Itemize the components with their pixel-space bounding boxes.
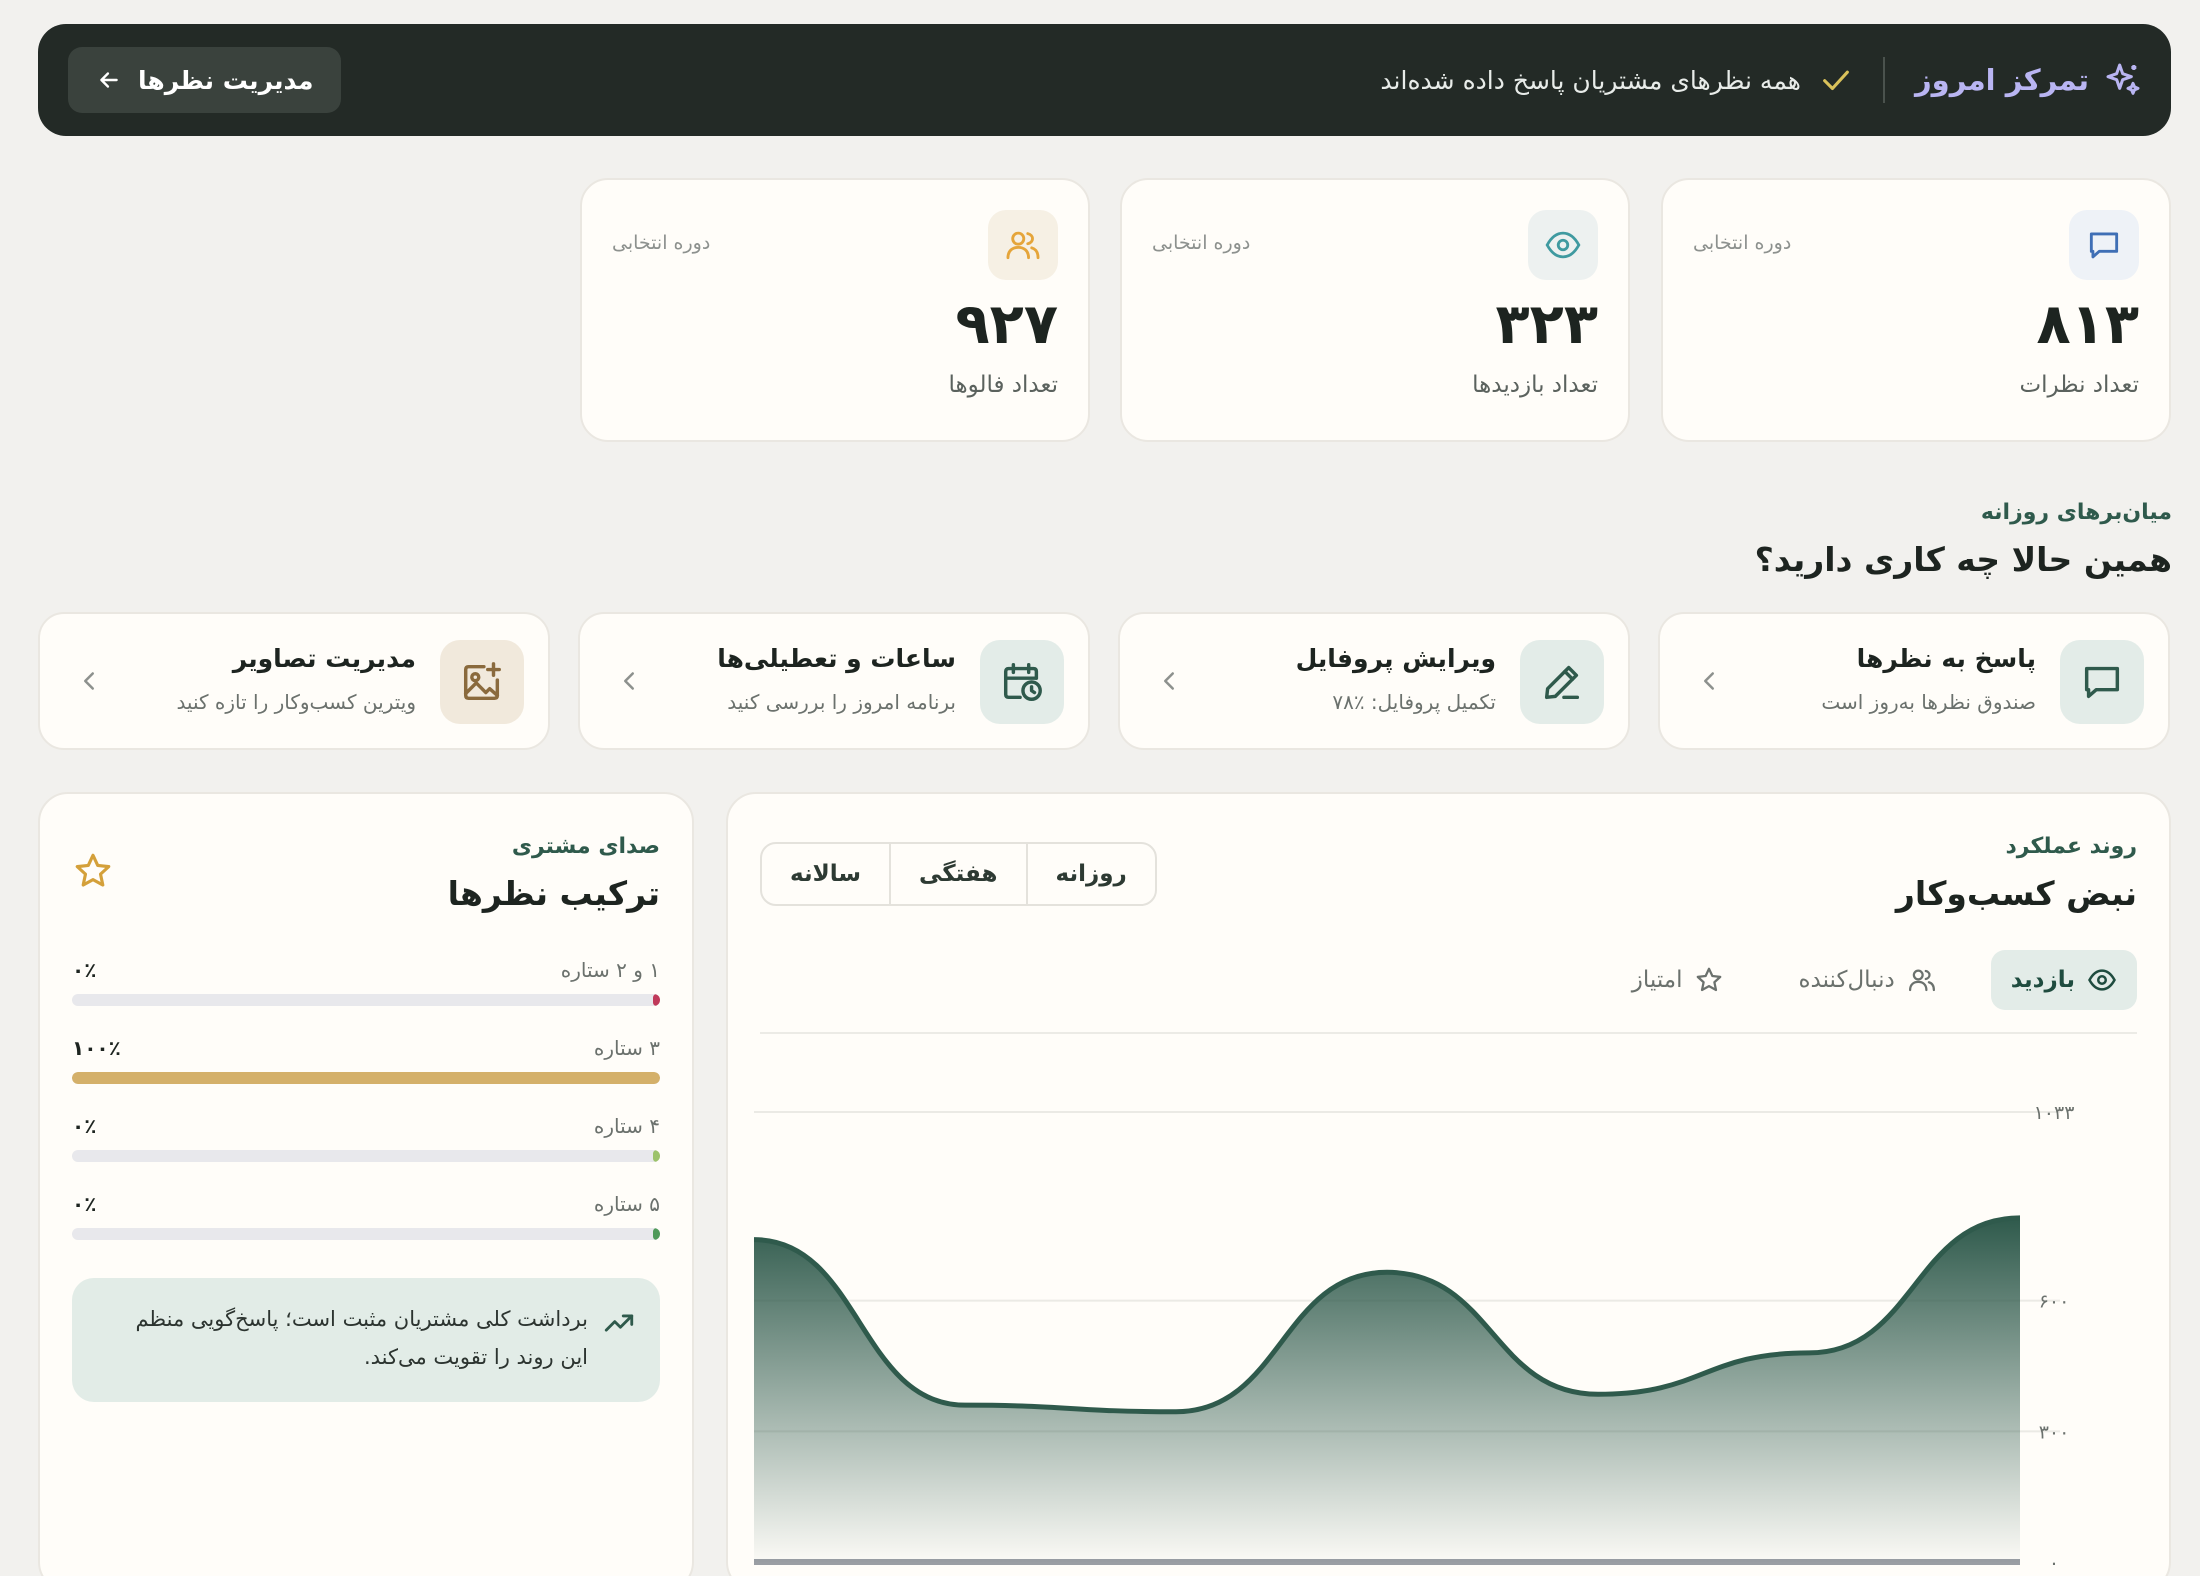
distribution-percent: ۱۰۰٪ — [72, 1036, 121, 1060]
chevron-left-icon — [84, 672, 94, 690]
y-tick-label: ۰ — [2049, 1552, 2059, 1574]
reviews-composition-card: صدای مشتری ترکیب نظرها ۱ و ۲ ستاره ۰٪ ۳ … — [38, 792, 694, 1576]
series-area — [754, 1217, 2020, 1562]
stat-icon-wrap — [1528, 210, 1598, 280]
message-icon — [2089, 232, 2119, 259]
distribution-fill — [652, 1150, 660, 1162]
chevron-left-icon — [1164, 672, 1174, 690]
stat-icon-wrap — [988, 210, 1058, 280]
insight-text: برداشت کلی مشتریان مثبت است؛ پاسخ‌گویی م… — [135, 1307, 588, 1369]
stat-label: تعداد بازدیدها — [1472, 372, 1598, 398]
performance-card: روند عملکرد نبض کسب‌وکار روزانه هفتگی سا… — [726, 792, 2171, 1576]
stat-period: دوره انتخابی — [1152, 232, 1251, 254]
distribution-row: ۴ ستاره ۰٪ — [72, 1114, 660, 1174]
users-icon — [1006, 231, 1040, 260]
manage-reviews-button[interactable]: مدیریت نظرها — [68, 47, 342, 113]
shortcut-desc: صندوق نظرها به‌روز است — [1821, 690, 2036, 714]
stat-label: تعداد نظرات — [2019, 372, 2139, 398]
shortcuts-title: همین حالا چه کاری دارید؟ — [1754, 540, 2172, 579]
message-icon — [2084, 666, 2120, 699]
y-tick-label: ۱۰۳۳ — [2034, 1102, 2075, 1124]
distribution-track — [72, 1150, 660, 1162]
distribution-fill — [652, 994, 660, 1006]
stat-period: دوره انتخابی — [612, 232, 711, 254]
shortcut-desc: برنامه امروز را بررسی کنید — [727, 690, 956, 714]
distribution-label: ۵ ستاره — [593, 1192, 660, 1216]
shortcut-icon-wrap — [1520, 640, 1604, 724]
distribution-track — [72, 1228, 660, 1240]
eye-icon — [1545, 231, 1581, 259]
distribution-percent: ۰٪ — [72, 1192, 97, 1216]
shortcut-name: ویرایش پروفایل — [1295, 644, 1496, 673]
distribution-row: ۱ و ۲ ستاره ۰٪ — [72, 958, 660, 1018]
performance-chart: ۰ ۳۰۰ ۶۰۰ ۱۰۳۳ — [753, 1102, 2075, 1574]
shortcut-icon-wrap — [980, 640, 1064, 724]
shortcut-images[interactable]: مدیریت تصاویر ویترین کسب‌وکار را تازه کن… — [38, 612, 550, 750]
stat-card-follows: دوره انتخابی ۹۲۷ تعداد فالوها — [580, 178, 1090, 442]
y-tick-label: ۳۰۰ — [2039, 1421, 2070, 1443]
dashboard-page: تمرکز امروز همه نظرهای مشتریان پاسخ داده… — [0, 0, 2200, 1576]
distribution-label: ۴ ستاره — [593, 1114, 660, 1138]
reviews-kicker: صدای مشتری — [511, 834, 660, 859]
stat-card-reviews: دوره انتخابی ۸۱۳ تعداد نظرات — [1661, 178, 2171, 442]
shortcut-name: ساعات و تعطیلی‌ها — [717, 644, 956, 673]
shortcuts-kicker: میان‌برهای روزانه — [1980, 500, 2172, 525]
chevron-left-icon — [1704, 672, 1714, 690]
shortcut-hours[interactable]: ساعات و تعطیلی‌ها برنامه امروز را بررسی … — [578, 612, 1090, 750]
distribution-track — [72, 994, 660, 1006]
focus-bar: تمرکز امروز همه نظرهای مشتریان پاسخ داده… — [38, 24, 2171, 136]
focus-title-text: تمرکز امروز — [1914, 63, 2089, 97]
stat-period: دوره انتخابی — [1693, 232, 1792, 254]
shortcut-reply-reviews[interactable]: پاسخ به نظرها صندوق نظرها به‌روز است — [1658, 612, 2170, 750]
shortcut-icon-wrap — [2060, 640, 2144, 724]
shortcut-icon-wrap — [440, 640, 524, 724]
calendar-clock-icon — [1003, 663, 1042, 701]
distribution-label: ۱ و ۲ ستاره — [560, 958, 660, 982]
pencil-icon — [1544, 665, 1580, 700]
stat-value: ۹۲۷ — [955, 292, 1058, 357]
distribution-label: ۳ ستاره — [593, 1036, 660, 1060]
y-tick-label: ۶۰۰ — [2039, 1291, 2070, 1313]
stat-value: ۸۱۳ — [2036, 292, 2139, 357]
shortcut-desc: ویترین کسب‌وکار را تازه کنید — [176, 690, 416, 714]
distribution-row: ۳ ستاره ۱۰۰٪ — [72, 1036, 660, 1096]
shortcut-name: پاسخ به نظرها — [1856, 644, 2036, 673]
shortcut-desc: تکمیل پروفایل: ٪۷۸ — [1332, 690, 1496, 714]
insight-box: برداشت کلی مشتریان مثبت است؛ پاسخ‌گویی م… — [72, 1278, 660, 1402]
star-icon — [75, 853, 111, 887]
focus-status: همه نظرهای مشتریان پاسخ داده شده‌اند — [1380, 63, 1853, 97]
distribution-fill — [72, 1072, 660, 1084]
shortcut-edit-profile[interactable]: ویرایش پروفایل تکمیل پروفایل: ٪۷۸ — [1118, 612, 1630, 750]
reviews-title: ترکیب نظرها — [447, 874, 660, 913]
stat-value: ۳۲۳ — [1495, 292, 1598, 357]
trending-up-icon — [604, 1314, 634, 1332]
distribution-percent: ۰٪ — [72, 1114, 97, 1138]
sparkles-icon — [2106, 63, 2140, 95]
stat-label: تعداد فالوها — [948, 372, 1058, 398]
image-add-icon — [463, 662, 501, 701]
stat-icon-wrap — [2069, 210, 2139, 280]
focus-title: تمرکز امروز — [1915, 60, 2143, 100]
chevron-left-icon — [624, 672, 634, 690]
distribution-fill — [652, 1228, 660, 1240]
distribution-track — [72, 1072, 660, 1084]
distribution-percent: ۰٪ — [72, 958, 97, 982]
shortcut-name: مدیریت تصاویر — [232, 644, 416, 673]
arrow-left-icon — [100, 72, 118, 88]
stat-card-views: دوره انتخابی ۳۲۳ تعداد بازدیدها — [1120, 178, 1630, 442]
focus-status-text: همه نظرهای مشتریان پاسخ داده شده‌اند — [1380, 65, 1801, 95]
manage-reviews-label: مدیریت نظرها — [138, 65, 314, 95]
distribution-row: ۵ ستاره ۰٪ — [72, 1192, 660, 1252]
check-icon — [1823, 70, 1849, 91]
focus-divider — [1882, 57, 1885, 103]
